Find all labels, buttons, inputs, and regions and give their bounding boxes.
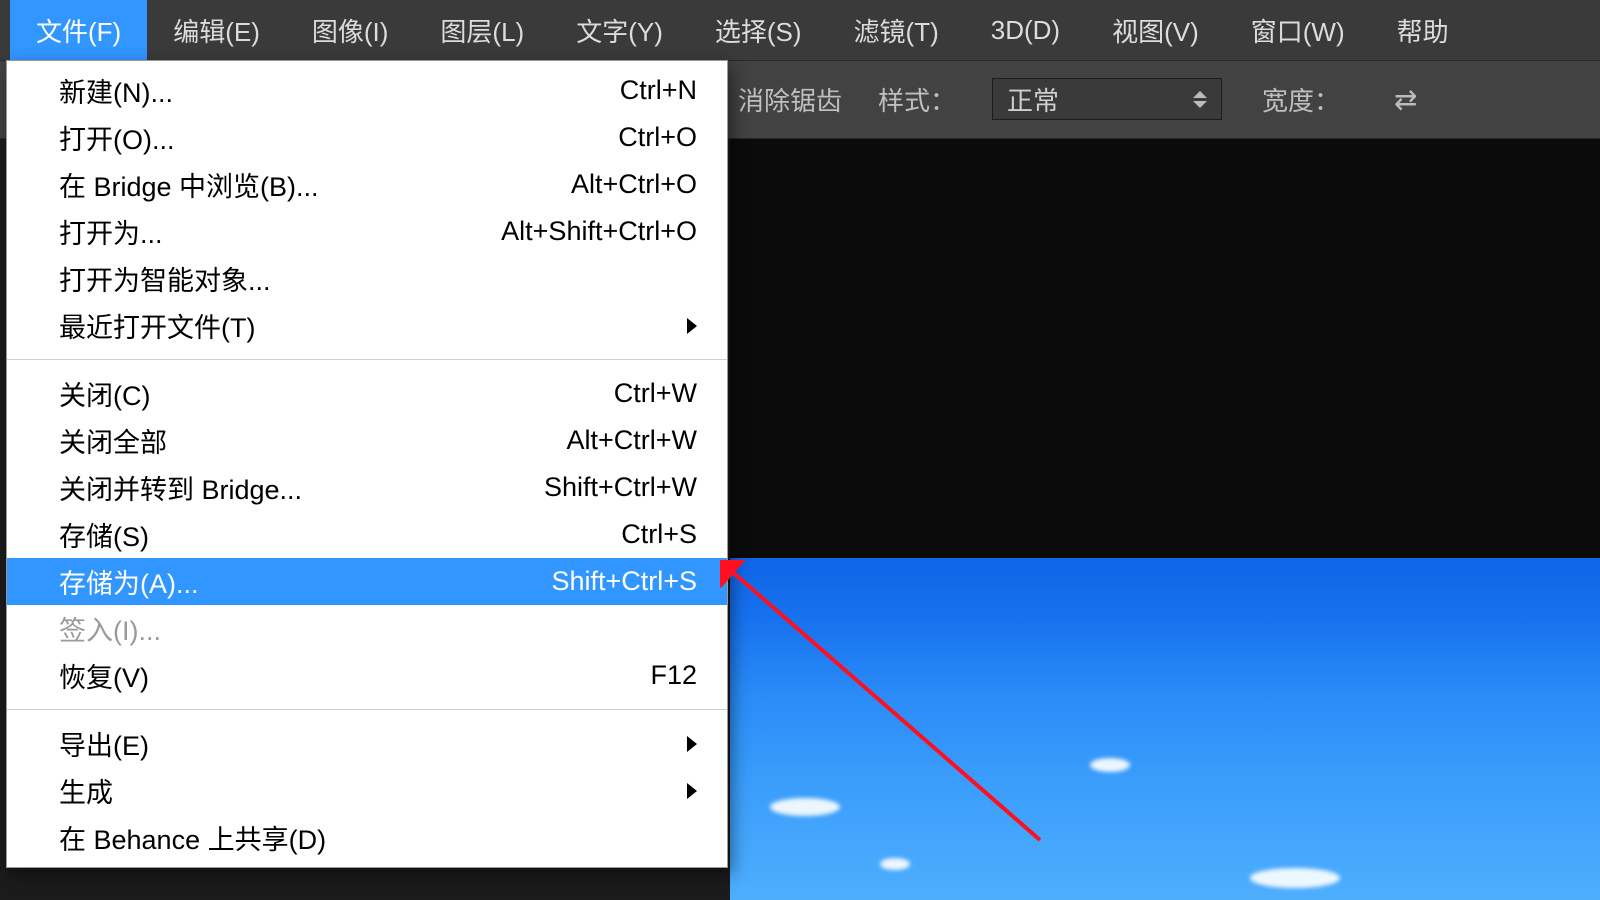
app-root: 消除锯齿 样式： 正常 宽度： ⇄ 文件(F) 编辑(E) 图像(I) 图层(L…: [0, 0, 1600, 900]
menuitem-share-behance[interactable]: 在 Behance 上共享(D): [7, 814, 727, 861]
width-label: 宽度：: [1262, 81, 1340, 118]
file-menu-dropdown: 新建(N)...Ctrl+N 打开(O)...Ctrl+O 在 Bridge 中…: [6, 60, 728, 868]
document-upper: [730, 138, 1600, 558]
menu-select[interactable]: 选择(S): [689, 0, 828, 63]
menu-window[interactable]: 窗口(W): [1225, 0, 1371, 63]
menu-type[interactable]: 文字(Y): [550, 0, 689, 63]
menu-help[interactable]: 帮助: [1371, 0, 1475, 63]
menu-view[interactable]: 视图(V): [1086, 0, 1225, 63]
style-value: 正常: [1007, 81, 1059, 118]
document-sky[interactable]: [730, 558, 1600, 900]
menu-separator: [7, 709, 727, 710]
style-label: 样式：: [878, 81, 956, 118]
submenu-arrow-icon: [687, 736, 697, 752]
menuitem-revert[interactable]: 恢复(V)F12: [7, 652, 727, 699]
menubar: 文件(F) 编辑(E) 图像(I) 图层(L) 文字(Y) 选择(S) 滤镜(T…: [0, 0, 1600, 61]
menuitem-export[interactable]: 导出(E): [7, 720, 727, 767]
antialias-label: 消除锯齿: [738, 81, 842, 118]
menuitem-open-as[interactable]: 打开为...Alt+Shift+Ctrl+O: [7, 208, 727, 255]
menu-image[interactable]: 图像(I): [286, 0, 415, 63]
menuitem-close[interactable]: 关闭(C)Ctrl+W: [7, 370, 727, 417]
menu-separator: [7, 359, 727, 360]
menu-edit[interactable]: 编辑(E): [147, 0, 286, 63]
swap-dimensions-icon[interactable]: ⇄: [1394, 83, 1417, 116]
style-select[interactable]: 正常: [992, 78, 1222, 120]
menuitem-save-as[interactable]: 存储为(A)...Shift+Ctrl+S: [7, 558, 727, 605]
menuitem-open[interactable]: 打开(O)...Ctrl+O: [7, 114, 727, 161]
menuitem-checkin: 签入(I)...: [7, 605, 727, 652]
menu-3d[interactable]: 3D(D): [965, 1, 1086, 60]
submenu-arrow-icon: [687, 318, 697, 334]
menuitem-generate[interactable]: 生成: [7, 767, 727, 814]
menu-file[interactable]: 文件(F): [10, 0, 147, 63]
cloud: [880, 858, 910, 870]
menuitem-recent[interactable]: 最近打开文件(T): [7, 302, 727, 349]
select-arrows-icon: [1193, 91, 1207, 108]
menuitem-browse-bridge[interactable]: 在 Bridge 中浏览(B)...Alt+Ctrl+O: [7, 161, 727, 208]
menuitem-open-smart[interactable]: 打开为智能对象...: [7, 255, 727, 302]
cloud: [1250, 868, 1340, 888]
menu-filter[interactable]: 滤镜(T): [828, 0, 965, 63]
menuitem-save[interactable]: 存储(S)Ctrl+S: [7, 511, 727, 558]
menu-layer[interactable]: 图层(L): [414, 0, 550, 63]
cloud: [1090, 758, 1130, 772]
cloud: [770, 798, 840, 816]
submenu-arrow-icon: [687, 783, 697, 799]
menuitem-new[interactable]: 新建(N)...Ctrl+N: [7, 67, 727, 114]
menuitem-close-bridge[interactable]: 关闭并转到 Bridge...Shift+Ctrl+W: [7, 464, 727, 511]
menuitem-close-all[interactable]: 关闭全部Alt+Ctrl+W: [7, 417, 727, 464]
